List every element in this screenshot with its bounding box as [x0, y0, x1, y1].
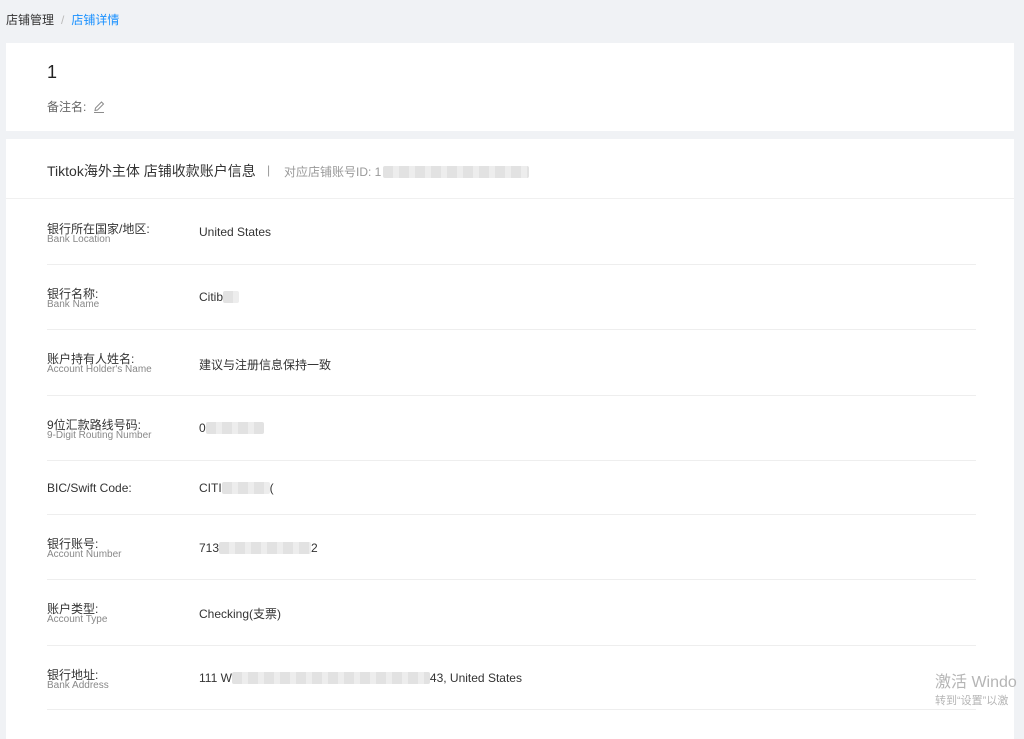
field-row-swift-code: BIC/Swift Code: CITI ( — [47, 461, 976, 515]
bank-name-label-en: Bank Name — [47, 299, 100, 310]
account-number-value: 713 2 — [199, 541, 318, 555]
breadcrumb-shop-detail: 店铺详情 — [71, 13, 120, 27]
account-type-label-en: Account Type — [47, 614, 108, 625]
field-row-routing-number: 9位汇款路线号码: 9-Digit Routing Number 0 — [47, 396, 976, 461]
section-divider: | — [267, 163, 271, 177]
account-id-label: 对应店铺账号ID: 1 — [284, 165, 382, 179]
bank-address-label-en: Bank Address — [47, 680, 109, 691]
windows-activation-watermark: 激活 Windo — [935, 674, 1017, 691]
breadcrumb-separator: / — [61, 13, 65, 27]
swift-code-value: CITI ( — [199, 481, 274, 495]
account-number-suffix: 2 — [311, 541, 318, 555]
section-header: Tiktok海外主体 店铺收款账户信息 | 对应店铺账号ID: 1 — [6, 139, 1014, 199]
bank-address-prefix: 111 W — [199, 671, 232, 685]
redacted-swift-code — [221, 482, 270, 494]
holder-name-value: 建议与注册信息保持一致 — [199, 358, 332, 372]
holder-name-label-en: Account Holder's Name — [47, 364, 152, 375]
field-row-account-number: 银行账号: Account Number 713 2 — [47, 515, 976, 580]
field-row-bank-name: 银行名称: Bank Name Citib — [47, 265, 976, 330]
bank-location-label-en: Bank Location — [47, 234, 111, 245]
routing-number-label-en: 9-Digit Routing Number — [47, 430, 152, 441]
field-row-holder-name: 账户持有人姓名: Account Holder's Name 建议与注册信息保持… — [47, 330, 976, 396]
redacted-bank-name — [223, 291, 240, 303]
payment-account-card: Tiktok海外主体 店铺收款账户信息 | 对应店铺账号ID: 1 银行所在国家… — [6, 139, 1014, 739]
redacted-bank-address — [231, 672, 430, 684]
field-row-account-type: 账户类型: Account Type Checking(支票) — [47, 580, 976, 646]
breadcrumb: 店铺管理 / 店铺详情 — [6, 11, 119, 28]
redacted-account-id — [383, 165, 530, 178]
redacted-account-number — [219, 542, 312, 554]
redacted-routing-number — [205, 422, 264, 434]
routing-number-text: 0 — [199, 421, 206, 435]
account-number-label-en: Account Number — [47, 549, 122, 560]
bank-name-value: Citib — [199, 290, 240, 304]
windows-activation-subtext: 转到“设置”以激 — [935, 695, 1009, 707]
bank-location-value: United States — [199, 225, 272, 239]
field-row-bank-location: 银行所在国家/地区: Bank Location United States — [47, 198, 976, 265]
swift-code-prefix: CITI — [199, 481, 222, 495]
shop-name: 1 — [47, 62, 58, 82]
routing-number-value: 0 — [199, 421, 264, 435]
pencil-icon[interactable] — [92, 100, 106, 114]
field-row-bank-address: 银行地址: Bank Address 111 W 43, United Stat… — [47, 646, 976, 710]
bank-name-text: Citib — [199, 290, 224, 304]
swift-code-label: BIC/Swift Code: — [47, 481, 132, 495]
bank-address-suffix: 43, United States — [429, 671, 522, 685]
account-number-prefix: 713 — [199, 541, 220, 555]
account-type-value: Checking(支票) — [199, 607, 282, 621]
breadcrumb-shop-management[interactable]: 店铺管理 — [6, 13, 54, 27]
account-id: 对应店铺账号ID: 1 — [284, 163, 530, 180]
section-title: Tiktok海外主体 店铺收款账户信息 — [47, 163, 256, 179]
bank-address-value: 111 W 43, United States — [199, 671, 522, 685]
swift-code-suffix: ( — [269, 481, 274, 495]
remark-label: 备注名: — [47, 100, 87, 114]
shop-info-card: 1 备注名: — [6, 43, 1014, 131]
remark-row: 备注名: — [47, 98, 106, 115]
